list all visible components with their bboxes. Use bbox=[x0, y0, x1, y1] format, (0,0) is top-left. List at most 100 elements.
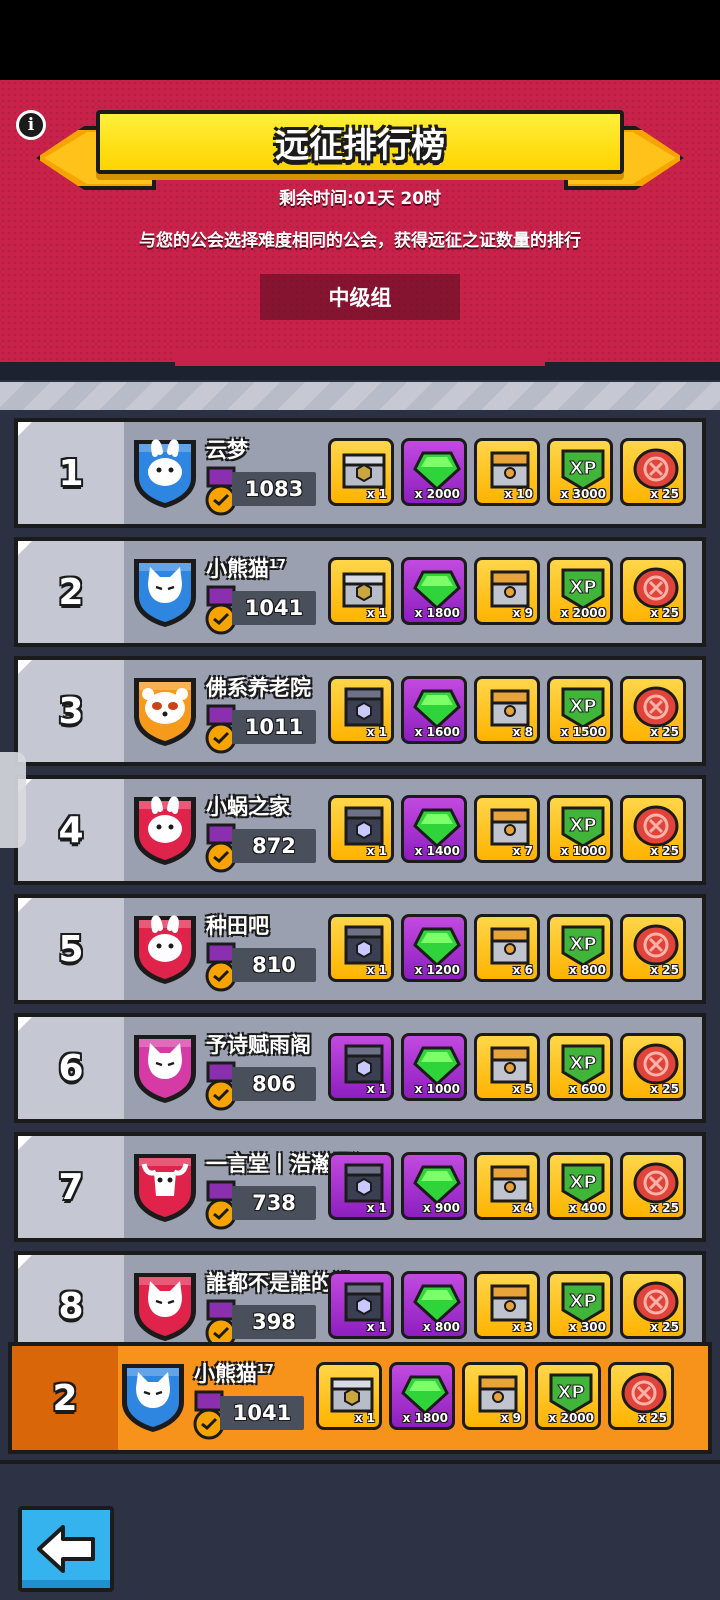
back-button[interactable] bbox=[18, 1506, 114, 1592]
reward-quantity: x 25 bbox=[650, 844, 679, 858]
reward-quantity: x 1 bbox=[354, 1411, 375, 1425]
table-row[interactable]: 3 1011 佛系养老院 x 1 x 1600 x 8 XP x 1500 x … bbox=[14, 656, 706, 766]
reward-slot[interactable]: x 1 bbox=[328, 795, 394, 863]
reward-slot[interactable]: XP x 2000 bbox=[535, 1362, 601, 1430]
reward-quantity: x 25 bbox=[638, 1411, 667, 1425]
reward-quantity: x 600 bbox=[569, 1082, 606, 1096]
reward-quantity: x 2000 bbox=[560, 606, 606, 620]
reward-slot[interactable]: x 25 bbox=[620, 1271, 686, 1339]
svg-text:XP: XP bbox=[569, 1291, 596, 1312]
reward-quantity: x 1 bbox=[366, 1082, 387, 1096]
rank-number: 8 bbox=[58, 1285, 84, 1327]
reward-slot[interactable]: XP x 2000 bbox=[547, 557, 613, 625]
reward-slot[interactable]: x 1000 bbox=[401, 1033, 467, 1101]
reward-slot[interactable]: XP x 400 bbox=[547, 1152, 613, 1220]
reward-slot[interactable]: XP x 1000 bbox=[547, 795, 613, 863]
guild-score: 738 bbox=[232, 1186, 316, 1220]
reward-quantity: x 3 bbox=[512, 1320, 533, 1334]
reward-slot[interactable]: x 25 bbox=[620, 914, 686, 982]
reward-slot[interactable]: x 1400 bbox=[401, 795, 467, 863]
rank-number: 2 bbox=[58, 571, 84, 613]
rank-number: 1 bbox=[58, 452, 84, 494]
reward-quantity: x 900 bbox=[423, 1201, 460, 1215]
reward-slot[interactable]: x 5 bbox=[474, 1033, 540, 1101]
reward-slot[interactable]: x 1 bbox=[328, 676, 394, 744]
reward-slot[interactable]: XP x 1500 bbox=[547, 676, 613, 744]
reward-quantity: x 5 bbox=[512, 1082, 533, 1096]
table-row[interactable]: 7 738 一言堂丨浩瀚星河 x 1 x 900 x 4 XP x 400 x … bbox=[14, 1132, 706, 1242]
header-edge bbox=[0, 352, 720, 380]
reward-quantity: x 800 bbox=[423, 1320, 460, 1334]
list-top-stripe bbox=[0, 382, 720, 410]
table-row[interactable]: 6 806 予诗赋雨阁 x 1 x 1000 x 5 XP x 600 x 25 bbox=[14, 1013, 706, 1123]
reward-quantity: x 25 bbox=[650, 963, 679, 977]
reward-slot[interactable]: x 9 bbox=[462, 1362, 528, 1430]
reward-quantity: x 3000 bbox=[560, 487, 606, 501]
svg-text:XP: XP bbox=[569, 577, 596, 598]
reward-quantity: x 1 bbox=[366, 1201, 387, 1215]
reward-quantity: x 7 bbox=[512, 844, 533, 858]
my-guild-row[interactable]: 2 1041 小熊猫17 x 1 x 1800 x 9 XP x 2000 x … bbox=[8, 1342, 712, 1454]
guild-score: 1083 bbox=[232, 472, 316, 506]
rank-number: 3 bbox=[58, 690, 84, 732]
reward-slot[interactable]: x 1 bbox=[328, 1152, 394, 1220]
reward-quantity: x 25 bbox=[650, 487, 679, 501]
reward-slot[interactable]: x 1 bbox=[328, 438, 394, 506]
table-row[interactable]: 1 1083 云梦 x 1 x 2000 x 10 XP x 3000 x 25 bbox=[14, 418, 706, 528]
reward-slot[interactable]: x 6 bbox=[474, 914, 540, 982]
guild-score: 810 bbox=[232, 948, 316, 982]
reward-slot[interactable]: x 1600 bbox=[401, 676, 467, 744]
reward-slot[interactable]: x 8 bbox=[474, 676, 540, 744]
reward-quantity: x 1 bbox=[366, 1320, 387, 1334]
reward-slot[interactable]: x 1 bbox=[328, 557, 394, 625]
side-drawer-handle[interactable] bbox=[0, 752, 26, 848]
reward-slot[interactable]: x 25 bbox=[620, 676, 686, 744]
reward-slot[interactable]: x 25 bbox=[620, 795, 686, 863]
reward-quantity: x 1 bbox=[366, 963, 387, 977]
reward-slot[interactable]: x 9 bbox=[474, 557, 540, 625]
status-bar bbox=[0, 0, 720, 80]
reward-slot[interactable]: x 25 bbox=[620, 438, 686, 506]
reward-quantity: x 1 bbox=[366, 487, 387, 501]
reward-slot[interactable]: x 25 bbox=[620, 1033, 686, 1101]
reward-slot[interactable]: XP x 800 bbox=[547, 914, 613, 982]
guild-shield-icon bbox=[130, 672, 200, 748]
reward-slot[interactable]: x 7 bbox=[474, 795, 540, 863]
table-row[interactable]: 5 810 种田吧 x 1 x 1200 x 6 XP x 800 x 25 bbox=[14, 894, 706, 1004]
reward-slot[interactable]: x 10 bbox=[474, 438, 540, 506]
info-button[interactable]: i bbox=[16, 110, 46, 140]
title-banner: 远征排行榜 bbox=[96, 110, 624, 174]
page-title: 远征排行榜 bbox=[275, 125, 445, 166]
reward-quantity: x 6 bbox=[512, 963, 533, 977]
table-row[interactable]: 2 1041 小熊猫17 x 1 x 1800 x 9 XP x 2000 x … bbox=[14, 537, 706, 647]
reward-slot[interactable]: x 1 bbox=[328, 914, 394, 982]
guild-shield-icon bbox=[130, 434, 200, 510]
rank-cell: 6 bbox=[18, 1017, 124, 1119]
reward-slot[interactable]: XP x 300 bbox=[547, 1271, 613, 1339]
guild-name: 小熊猫17 bbox=[194, 1362, 274, 1386]
table-row[interactable]: 4 872 小蜗之家 x 1 x 1400 x 7 XP x 1000 x 25 bbox=[14, 775, 706, 885]
reward-slot[interactable]: x 25 bbox=[620, 1152, 686, 1220]
reward-slot[interactable]: x 1 bbox=[328, 1271, 394, 1339]
reward-slot[interactable]: x 1800 bbox=[401, 557, 467, 625]
reward-slot[interactable]: x 25 bbox=[608, 1362, 674, 1430]
reward-quantity: x 2000 bbox=[414, 487, 460, 501]
reward-slot[interactable]: XP x 3000 bbox=[547, 438, 613, 506]
guild-shield-icon bbox=[118, 1358, 188, 1434]
reward-slot[interactable]: x 900 bbox=[401, 1152, 467, 1220]
reward-slot[interactable]: x 25 bbox=[620, 557, 686, 625]
reward-quantity: x 1000 bbox=[560, 844, 606, 858]
reward-slot[interactable]: x 4 bbox=[474, 1152, 540, 1220]
reward-slot[interactable]: x 3 bbox=[474, 1271, 540, 1339]
reward-slot[interactable]: x 1 bbox=[328, 1033, 394, 1101]
reward-slot[interactable]: x 2000 bbox=[401, 438, 467, 506]
svg-text:XP: XP bbox=[569, 815, 596, 836]
reward-quantity: x 1500 bbox=[560, 725, 606, 739]
reward-slot[interactable]: x 800 bbox=[401, 1271, 467, 1339]
reward-quantity: x 2000 bbox=[548, 1411, 594, 1425]
rank-number: 6 bbox=[58, 1047, 84, 1089]
reward-slot[interactable]: x 1200 bbox=[401, 914, 467, 982]
reward-slot[interactable]: x 1 bbox=[316, 1362, 382, 1430]
reward-slot[interactable]: XP x 600 bbox=[547, 1033, 613, 1101]
reward-slot[interactable]: x 1800 bbox=[389, 1362, 455, 1430]
